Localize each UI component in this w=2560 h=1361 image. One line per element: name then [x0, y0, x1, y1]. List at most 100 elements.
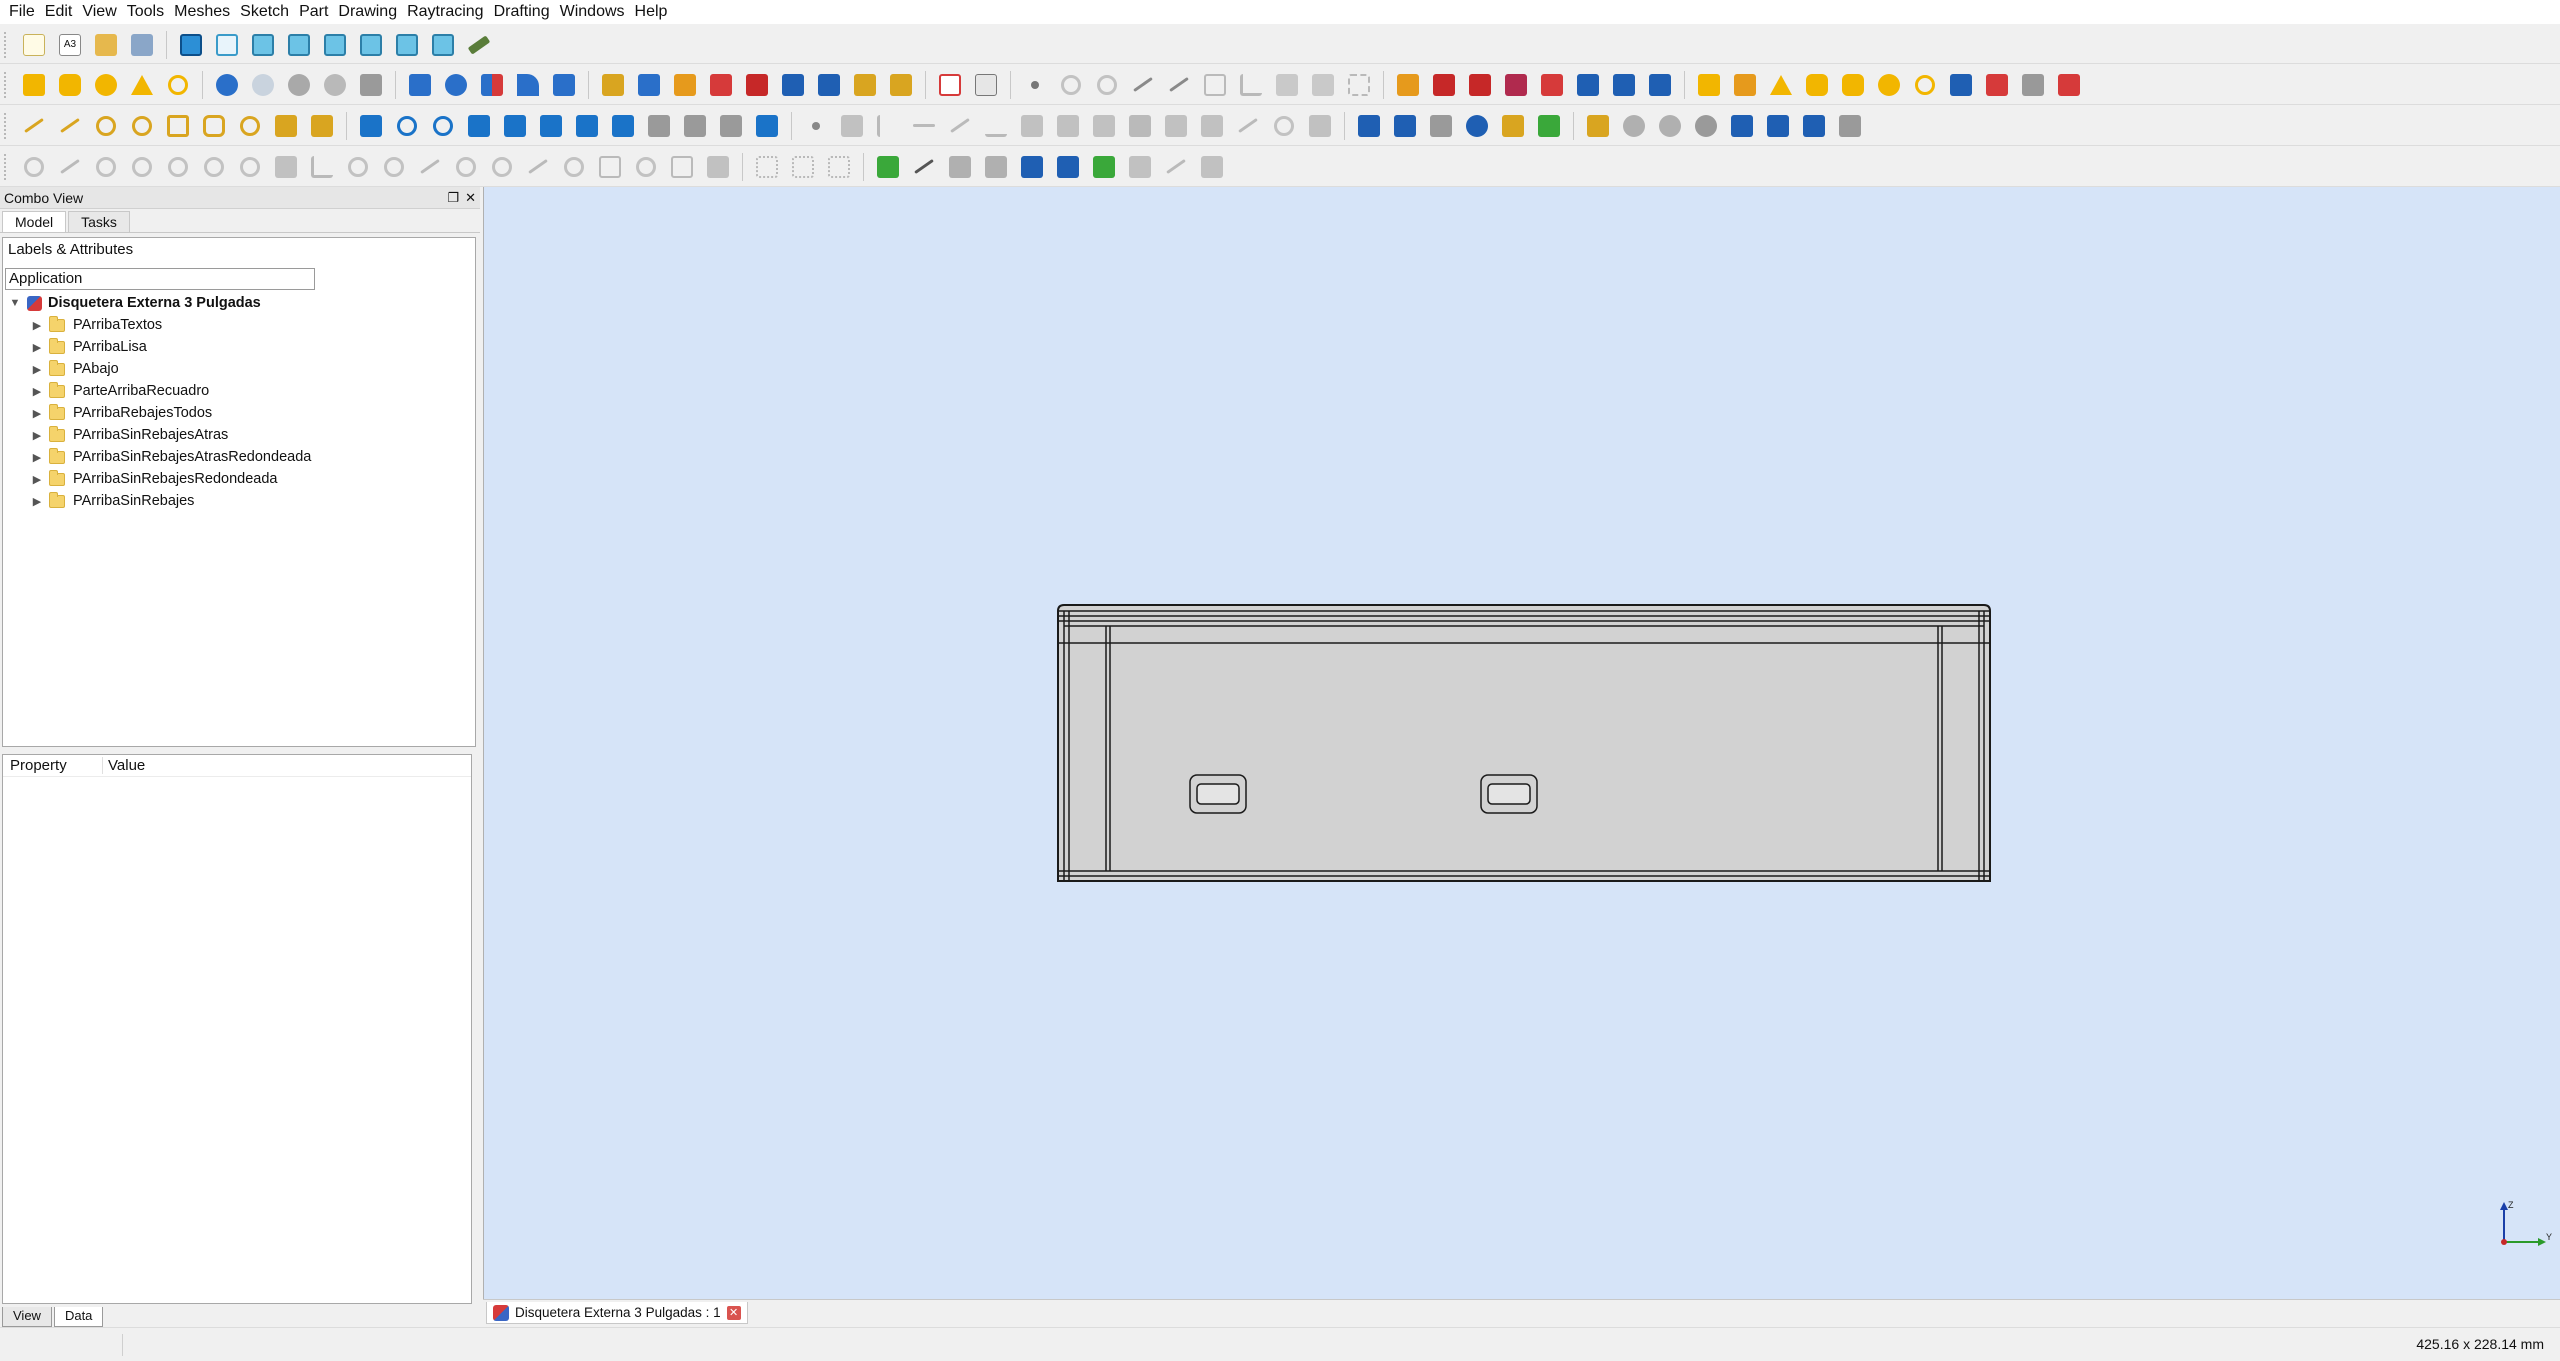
new-document-button[interactable]: [19, 29, 49, 61]
common-button[interactable]: [320, 69, 350, 101]
toggle-construction-button[interactable]: [1763, 110, 1793, 142]
tree-item[interactable]: ▶ PArribaTextos: [3, 314, 473, 336]
open-button[interactable]: [91, 29, 121, 61]
section-button[interactable]: [598, 69, 628, 101]
tree-item[interactable]: ▶ PArribaSinRebajesAtras: [3, 424, 473, 446]
group-button[interactable]: [1619, 110, 1649, 142]
cut-button[interactable]: [248, 69, 278, 101]
tree-item[interactable]: ▶ PAbajo: [3, 358, 473, 380]
toolbar-grip[interactable]: [4, 71, 10, 98]
snap-dimensions-button[interactable]: [1161, 110, 1191, 142]
export-page-button[interactable]: [971, 69, 1001, 101]
view-left-button[interactable]: [428, 29, 458, 61]
shape-builder-button[interactable]: [356, 69, 386, 101]
tree-application-field[interactable]: Application: [5, 268, 315, 290]
draft-polygon-button[interactable]: [199, 110, 229, 142]
tree-item[interactable]: ▶ PArribaLisa: [3, 336, 473, 358]
draft-offset-button[interactable]: [428, 110, 458, 142]
snap-grid-button[interactable]: [1053, 110, 1083, 142]
fem-mesh-button[interactable]: [1017, 151, 1047, 183]
menu-drafting[interactable]: Drafting: [489, 0, 555, 24]
tab-tasks[interactable]: Tasks: [68, 211, 130, 232]
measure-distance-button[interactable]: [464, 29, 494, 61]
raytracing-tube-button[interactable]: [1838, 69, 1868, 101]
draft-trimex-button[interactable]: [464, 110, 494, 142]
compound-button[interactable]: [814, 69, 844, 101]
line-button[interactable]: [1128, 69, 1158, 101]
save-button[interactable]: [127, 29, 157, 61]
raytracing-cylinder-button[interactable]: [1802, 69, 1832, 101]
thickness-button[interactable]: [706, 69, 736, 101]
menu-help[interactable]: Help: [630, 0, 673, 24]
sweep-button[interactable]: [778, 69, 808, 101]
mesh-from-shape-button[interactable]: [1426, 110, 1456, 142]
rotate-part-button[interactable]: [981, 151, 1011, 183]
fem-pressure-button[interactable]: [1161, 151, 1191, 183]
circle-button[interactable]: [1092, 69, 1122, 101]
chevron-right-icon[interactable]: ▶: [31, 407, 43, 420]
plane-button[interactable]: [945, 151, 975, 183]
draft-edit-button[interactable]: [608, 110, 638, 142]
snap-parallel-button[interactable]: [909, 110, 939, 142]
sketch-bspline-button[interactable]: [235, 151, 265, 183]
menu-sketch[interactable]: Sketch: [235, 0, 294, 24]
rectangle-button[interactable]: [1200, 69, 1230, 101]
sketch-fillet-button[interactable]: [307, 151, 337, 183]
menu-tools[interactable]: Tools: [122, 0, 169, 24]
draft-downgrade-button[interactable]: [536, 110, 566, 142]
disk-drive-model[interactable]: [1057, 604, 1991, 882]
raytracing-plane-button[interactable]: [2054, 69, 2084, 101]
tab-view[interactable]: View: [2, 1307, 52, 1327]
assembly-button[interactable]: [873, 151, 903, 183]
draft-line-button[interactable]: [19, 110, 49, 142]
view-bottom-button[interactable]: [392, 29, 422, 61]
draft-dimension-button[interactable]: [307, 110, 337, 142]
chevron-right-icon[interactable]: ▶: [31, 451, 43, 464]
drawing-page-button[interactable]: [935, 69, 965, 101]
sketch-polygon-button[interactable]: [343, 151, 373, 183]
sketch-polyline-button[interactable]: [415, 151, 445, 183]
extrude-button[interactable]: [405, 69, 435, 101]
sketch-ellipse-button[interactable]: [163, 151, 193, 183]
fem-force-button[interactable]: [1125, 151, 1155, 183]
snap-midpoint-button[interactable]: [837, 110, 867, 142]
draw-style-button[interactable]: [1462, 110, 1492, 142]
sketch-conic-button[interactable]: [199, 151, 229, 183]
external-geometry-button[interactable]: [1308, 69, 1338, 101]
explode-button[interactable]: [850, 69, 880, 101]
part-torus-button[interactable]: [163, 69, 193, 101]
snap-near-button[interactable]: [1017, 110, 1047, 142]
tree-item[interactable]: ▶ PArribaSinRebajesRedondeada: [3, 468, 473, 490]
raytracing-sphere-button[interactable]: [1874, 69, 1904, 101]
part-box-button[interactable]: [19, 69, 49, 101]
compound-tools-button[interactable]: [1609, 69, 1639, 101]
toolbar-grip[interactable]: [4, 153, 10, 180]
sketch-square-button[interactable]: [667, 151, 697, 183]
snap-endpoint-button[interactable]: [801, 110, 831, 142]
construction-mode-button[interactable]: [1344, 69, 1374, 101]
fem-bearing-button[interactable]: [1197, 151, 1227, 183]
sketch-circle-button[interactable]: [91, 151, 121, 183]
new-drawing-a3-button[interactable]: A3: [55, 29, 85, 61]
sketch-funnel-button[interactable]: [703, 151, 733, 183]
draft-rectangle-button[interactable]: [163, 110, 193, 142]
tree-item[interactable]: ▶ PArribaRebajesTodos: [3, 402, 473, 424]
layer-button[interactable]: [1583, 110, 1613, 142]
menu-raytracing[interactable]: Raytracing: [402, 0, 488, 24]
check-geometry-button[interactable]: [886, 69, 916, 101]
view-top-button[interactable]: [284, 29, 314, 61]
raytracing-torus-button[interactable]: [1910, 69, 1940, 101]
chevron-right-icon[interactable]: ▶: [31, 495, 43, 508]
draft-scale-button[interactable]: [572, 110, 602, 142]
part-sphere-button[interactable]: [91, 69, 121, 101]
draft-upgrade-button[interactable]: [500, 110, 530, 142]
draft-shape2dview-button[interactable]: [644, 110, 674, 142]
snap-angle-button[interactable]: [1305, 110, 1335, 142]
draft-drawing-button[interactable]: [752, 110, 782, 142]
raytracing-cone-button[interactable]: [1766, 69, 1796, 101]
fem-material-button[interactable]: [1089, 151, 1119, 183]
draft-move-button[interactable]: [356, 110, 386, 142]
draft-clone-button[interactable]: [716, 110, 746, 142]
3d-viewport[interactable]: [483, 187, 2560, 1299]
arc-button[interactable]: [1056, 69, 1086, 101]
